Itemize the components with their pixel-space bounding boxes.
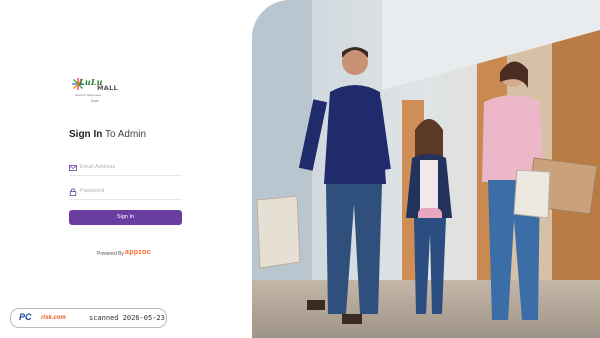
powered-by-label: Powered By (97, 251, 124, 257)
lulu-mall-logo: LuLu MALL World of Happiness Kochi (72, 77, 122, 107)
password-field[interactable]: Password (69, 185, 182, 200)
pcrisk-logo-risk: risk.com (41, 315, 66, 321)
appzoc-logo[interactable]: appzoc (125, 249, 151, 256)
logo-tagline: World of Happiness (75, 93, 102, 97)
envelope-icon (69, 165, 77, 171)
logo-sub: MALL (97, 84, 118, 92)
hero-image (252, 0, 600, 338)
sign-in-button[interactable]: Sign In (69, 210, 182, 225)
pcrisk-watermark: PC risk.com scanned 2026-05-23 (10, 308, 167, 328)
password-placeholder: Password (80, 188, 105, 194)
logo-city: Kochi (91, 99, 99, 103)
email-placeholder: Email Address (80, 164, 116, 170)
lock-icon (69, 188, 77, 196)
pcrisk-logo-pc: PC (19, 312, 32, 322)
family-shopping-photo (252, 0, 600, 338)
scanned-date: scanned 2026-05-23 (89, 314, 165, 322)
title-bold: Sign In (69, 129, 103, 140)
login-panel: LuLu MALL World of Happiness Kochi Sign … (0, 0, 252, 338)
title-rest: To Admin (104, 129, 147, 140)
email-field[interactable]: Email Address (69, 161, 182, 176)
page-title: Sign In To Admin (69, 129, 146, 140)
